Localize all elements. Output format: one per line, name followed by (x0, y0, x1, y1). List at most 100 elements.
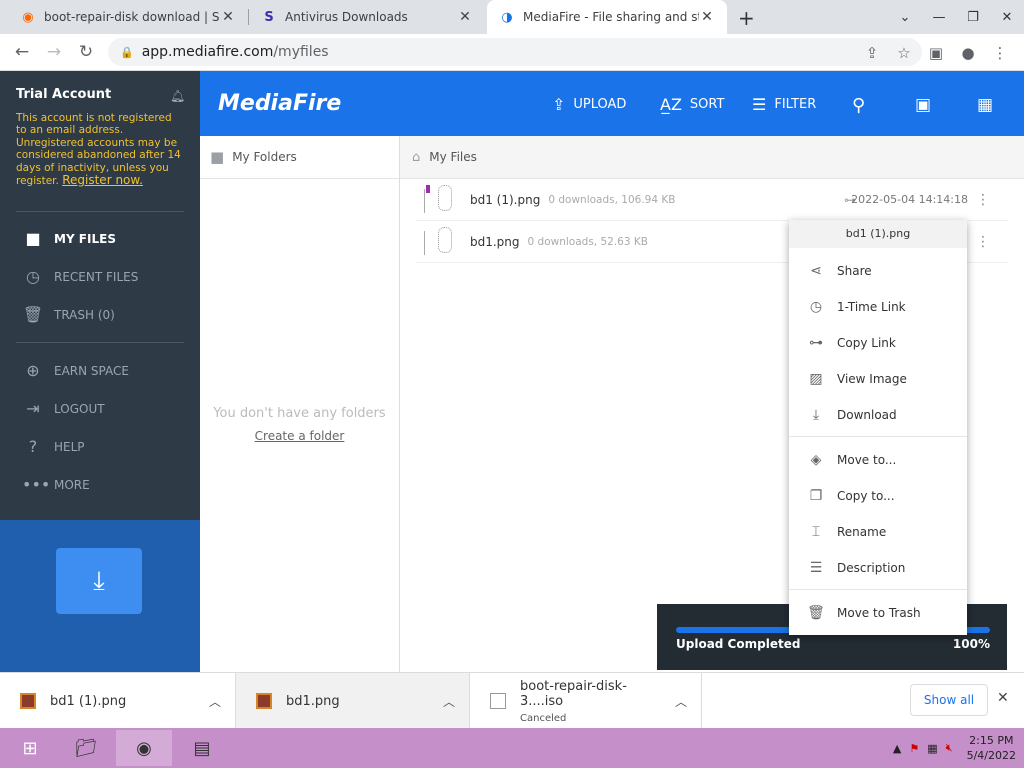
tab-search-icon[interactable]: ⌄ (888, 10, 922, 25)
taskbar: ⊞ 📁︎ ◉ ▤ ▲ ⚑ ▦ 🔇︎ 2:15 PM 5/4/2022 (0, 728, 1024, 768)
flag-icon[interactable]: ⚑ (909, 742, 919, 755)
sort-button[interactable]: A̲Z SORT (660, 95, 724, 114)
task-manager-icon[interactable]: ▤ (174, 730, 230, 766)
filter-label: FILTER (774, 97, 817, 112)
star-icon[interactable]: ☆ (888, 44, 920, 62)
more-vert-icon[interactable]: ⋮ (976, 234, 990, 250)
file-name[interactable]: bd1.png (470, 235, 520, 249)
menu-item-move-to-trash[interactable]: 🗑︎ Move to Trash (789, 595, 967, 631)
mediafire-icon: ◑ (501, 9, 513, 25)
tab-antivirus[interactable]: S Antivirus Downloads ✕ (249, 0, 485, 34)
breadcrumb: ⌂ My Files (400, 136, 1024, 179)
mediafire-logo[interactable]: MediaFire (218, 91, 341, 116)
sidebar-item-help[interactable]: ? HELP (22, 437, 85, 456)
address-bar[interactable]: 🔒 app.mediafire.com/myfiles (108, 38, 922, 66)
close-icon[interactable]: ✕ (699, 9, 715, 25)
download-item[interactable]: bd1 (1).png ︿ (0, 673, 236, 729)
sidebar-item-trash[interactable]: 🗑︎ TRASH (0) (22, 305, 115, 324)
forward-icon[interactable]: → (38, 42, 70, 62)
app-header: MediaFire ⇪ UPLOAD A̲Z SORT ☰ FILTER ⚲ ▣… (200, 71, 1024, 136)
sidebar-item-label: HELP (54, 439, 85, 454)
sidebar-item-earn-space[interactable]: ⊕ EARN SPACE (22, 361, 129, 380)
menu-item-view-image[interactable]: ▨ View Image (789, 361, 967, 397)
url-host: app.mediafire.com (141, 44, 274, 60)
window-controls: ⌄ — ❐ ✕ (888, 0, 1024, 34)
profile-icon[interactable]: ● (952, 44, 984, 62)
upload-label: UPLOAD (573, 97, 627, 112)
rename-icon: ⌶ (811, 524, 821, 540)
reload-icon[interactable]: ↻ (70, 42, 102, 62)
show-all-button[interactable]: Show all (910, 684, 988, 716)
back-icon[interactable]: ← (6, 42, 38, 62)
account-title: Trial Account (16, 87, 112, 102)
clock[interactable]: 2:15 PM 5/4/2022 (967, 733, 1016, 763)
chevron-up-icon[interactable]: ︿ (661, 693, 701, 710)
menu-item-share[interactable]: ⋖ Share (789, 253, 967, 289)
home-icon[interactable]: ⌂ (412, 150, 420, 165)
filter-button[interactable]: ☰ FILTER (752, 95, 816, 114)
tab-boot-repair[interactable]: ◉ boot-repair-disk download | Sou ✕ (8, 0, 248, 34)
promo-banner[interactable]: ⤓ (0, 520, 200, 672)
folder-icon: ■ (25, 229, 41, 248)
search-icon[interactable]: ⚲ (852, 95, 865, 116)
new-folder-icon[interactable]: ▣ (915, 95, 931, 115)
menu-item-copy-to[interactable]: ❐ Copy to... (789, 478, 967, 514)
image-file-icon (256, 693, 272, 709)
restore-button[interactable]: ❐ (956, 10, 990, 25)
download-name: boot-repair-disk-3....iso (520, 678, 627, 709)
menu-item-move-to[interactable]: ◈ Move to... (789, 442, 967, 478)
network-icon[interactable]: ▦ (927, 742, 937, 755)
file-thumbnail (416, 225, 456, 259)
bell-icon[interactable]: 🔔︎ (170, 89, 185, 103)
chevron-up-icon[interactable]: ︿ (429, 693, 469, 710)
share-page-icon[interactable]: ⇪ (856, 44, 888, 62)
menu-item-one-time-link[interactable]: ◷ 1-Time Link (789, 289, 967, 325)
close-icon[interactable]: ✕ (220, 9, 236, 25)
close-icon[interactable]: ✕ (997, 690, 1009, 706)
chevron-up-icon[interactable]: ▲ (893, 742, 901, 755)
file-name[interactable]: bd1 (1).png (470, 193, 540, 207)
menu-item-download[interactable]: ⤓ Download (789, 397, 967, 433)
lock-icon[interactable]: 🔒 (120, 46, 134, 59)
menu-item-label: Copy Link (837, 336, 896, 350)
divider (16, 342, 184, 343)
plus-circle-icon: ⊕ (26, 361, 40, 380)
create-folder-link[interactable]: Create a folder (200, 429, 399, 443)
menu-item-copy-link[interactable]: ⊶ Copy Link (789, 325, 967, 361)
menu-item-rename[interactable]: ⌶ Rename (789, 514, 967, 550)
chevron-up-icon[interactable]: ︿ (195, 693, 235, 710)
tab-mediafire[interactable]: ◑ MediaFire - File sharing and stor ✕ (487, 0, 727, 34)
more-vert-icon[interactable]: ⋮ (976, 192, 990, 208)
sidebar-item-logout[interactable]: ⇥ LOGOUT (22, 399, 104, 418)
sidebar-item-more[interactable]: ••• MORE (22, 475, 90, 494)
file-row[interactable]: bd1 (1).png 0 downloads, 106.94 KB ⊶ 202… (416, 179, 1008, 221)
upload-button[interactable]: ⇪ UPLOAD (552, 95, 626, 114)
close-icon[interactable]: ✕ (457, 9, 473, 25)
sidebar-item-label: MORE (54, 477, 90, 492)
download-item[interactable]: bd1.png ︿ (236, 673, 470, 729)
grid-view-icon[interactable]: ▦ (977, 95, 993, 115)
menu-icon[interactable]: ⋮ (984, 44, 1016, 62)
files-title[interactable]: My Files (429, 150, 477, 164)
register-link[interactable]: Register now. (62, 173, 143, 187)
volume-icon[interactable]: 🔇︎ (946, 741, 953, 755)
close-window-button[interactable]: ✕ (990, 10, 1024, 25)
image-icon: ▨ (809, 371, 823, 387)
windows-start-icon[interactable]: ⊞ (2, 730, 58, 766)
menu-item-description[interactable]: ☰ Description (789, 550, 967, 586)
tab-title: MediaFire - File sharing and stor (523, 10, 699, 24)
sidebar-item-label: EARN SPACE (54, 363, 129, 378)
clock-date: 5/4/2022 (966, 749, 1016, 762)
side-panel-icon[interactable]: ▣ (920, 44, 952, 62)
sidebar-item-my-files[interactable]: ■ MY FILES (22, 229, 116, 248)
minimize-button[interactable]: — (922, 10, 956, 25)
download-item[interactable]: boot-repair-disk-3....iso Canceled ︿ (470, 673, 702, 729)
sidebar-item-recent-files[interactable]: ◷ RECENT FILES (22, 267, 138, 286)
chrome-icon[interactable]: ◉ (116, 730, 172, 766)
new-tab-button[interactable]: + (738, 6, 755, 30)
folders-title: My Folders (232, 150, 297, 164)
folders-header: ■ My Folders (200, 136, 399, 179)
folder-icon: ■ (210, 148, 225, 166)
url-path: /myfiles (273, 44, 329, 60)
file-explorer-icon[interactable]: 📁︎ (58, 730, 114, 766)
